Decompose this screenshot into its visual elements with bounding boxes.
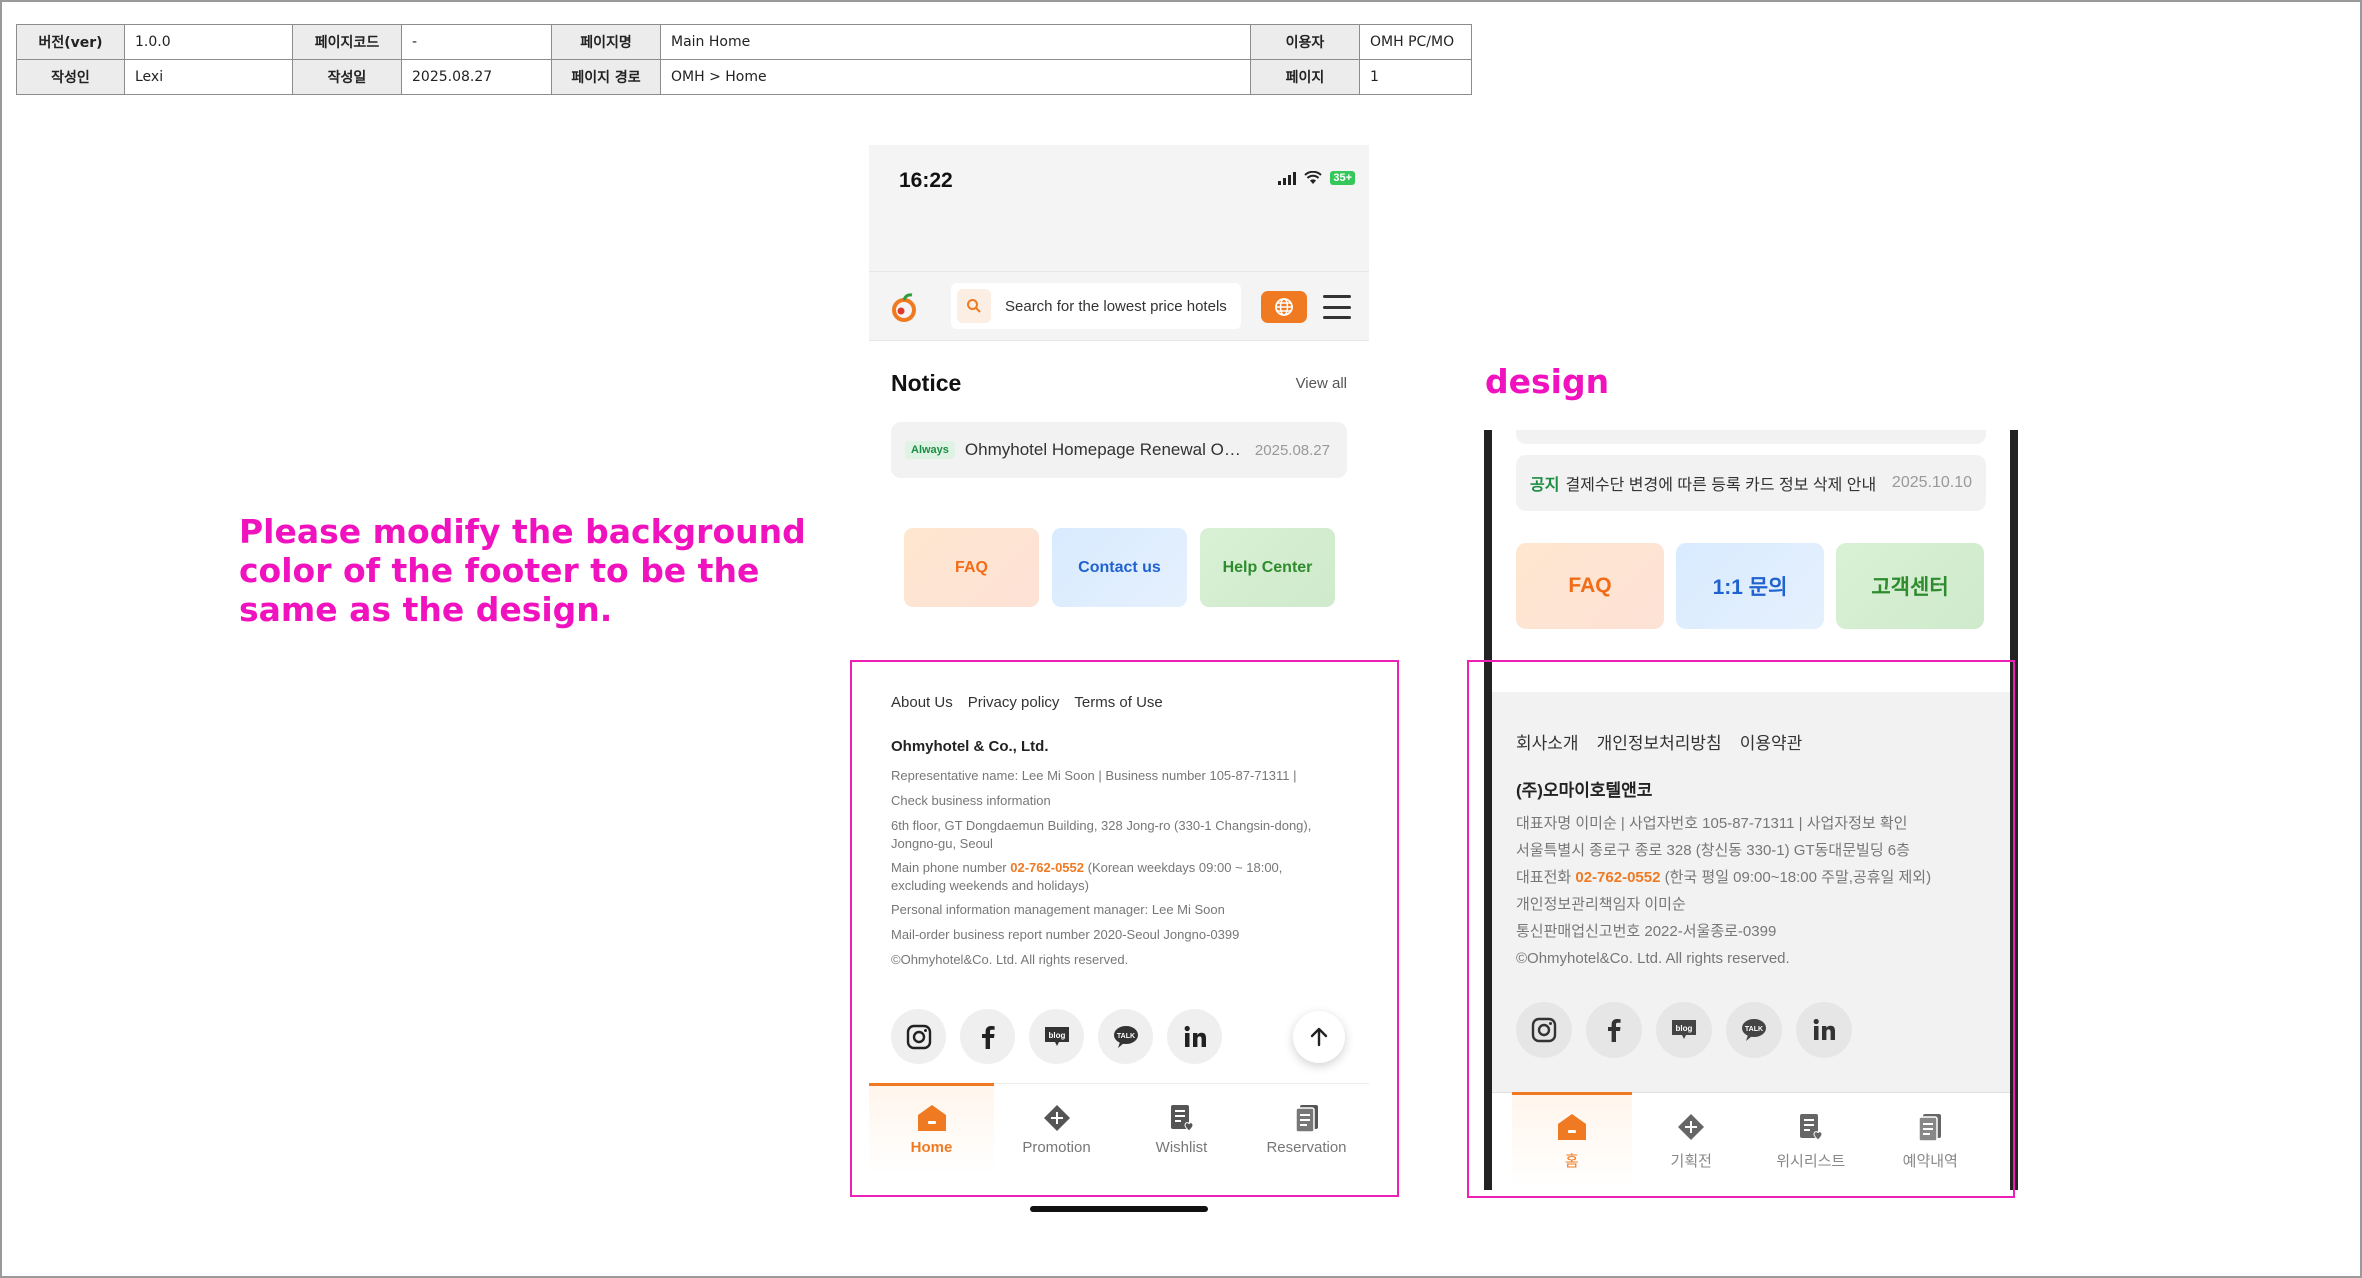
meta-key: 페이지 경로: [551, 59, 661, 95]
notice-tag: 공지: [1530, 477, 1560, 494]
meta-value: 1: [1359, 59, 1472, 95]
meta-row: 버전(ver) 1.0.0 페이지코드 - 페이지명 Main Home 이용자…: [16, 24, 1472, 60]
notice-title: Notice: [891, 370, 962, 396]
language-button[interactable]: [1261, 291, 1307, 323]
design-label: design: [1485, 362, 1610, 401]
notice-date: 2025.08.27: [1254, 441, 1330, 459]
design-quick-links: FAQ 1:1 문의 고객센터: [1516, 543, 1984, 629]
contact-us-button[interactable]: Contact us: [1052, 528, 1187, 607]
meta-value: 1.0.0: [124, 24, 293, 60]
meta-key: 페이지: [1250, 59, 1360, 95]
instruction-note: Please modify the background color of th…: [239, 512, 806, 629]
meta-key: 페이지코드: [292, 24, 402, 60]
signal-icon: [1278, 171, 1297, 185]
hamburger-menu-icon[interactable]: [1323, 295, 1351, 319]
wifi-icon: [1304, 171, 1323, 184]
meta-value: -: [401, 24, 552, 60]
meta-key: 버전(ver): [16, 24, 125, 60]
meta-row: 작성인 Lexi 작성일 2025.08.27 페이지 경로 OMH > Hom…: [16, 59, 1472, 95]
meta-key: 작성인: [16, 59, 125, 95]
quick-links: FAQ Contact us Help Center: [904, 528, 1335, 607]
meta-value: OMH > Home: [660, 59, 1251, 95]
meta-value: Lexi: [124, 59, 293, 95]
notice-header: Notice View all: [891, 370, 1347, 397]
search-input[interactable]: Search for the lowest price hotels: [951, 283, 1241, 329]
notice-date: 2025.10.10: [1891, 474, 1972, 491]
status-icons: 35+: [1278, 171, 1355, 185]
customer-center-button[interactable]: 고객센터: [1836, 543, 1984, 629]
doc-meta-table: 버전(ver) 1.0.0 페이지코드 - 페이지명 Main Home 이용자…: [16, 24, 1472, 95]
inquiry-button[interactable]: 1:1 문의: [1676, 543, 1824, 629]
ohmyhotel-logo-icon[interactable]: [889, 292, 919, 322]
notice-text: Ohmyhotel Homepage Renewal Op...: [964, 440, 1247, 459]
previous-notice-item: [1516, 430, 1986, 444]
meta-key: 이용자: [1250, 24, 1360, 60]
status-time: 16:22: [899, 169, 953, 192]
app-header: Search for the lowest price hotels: [869, 271, 1369, 341]
status-bar: 16:22 35+: [869, 145, 1369, 271]
notice-item[interactable]: Always Ohmyhotel Homepage Renewal Op... …: [891, 422, 1347, 478]
view-all-link[interactable]: View all: [1296, 375, 1347, 392]
faq-button[interactable]: FAQ: [1516, 543, 1664, 629]
faq-button[interactable]: FAQ: [904, 528, 1039, 607]
meta-key: 페이지명: [551, 24, 661, 60]
search-icon: [957, 289, 991, 323]
notice-text: 결제수단 변경에 따른 등록 카드 정보 삭제 안내: [1565, 477, 1877, 494]
meta-key: 작성일: [292, 59, 402, 95]
footer-highlight-box: [850, 660, 1399, 1197]
meta-value: Main Home: [660, 24, 1251, 60]
notice-badge: Always: [905, 441, 955, 459]
globe-icon: [1275, 298, 1293, 316]
help-center-button[interactable]: Help Center: [1200, 528, 1335, 607]
home-indicator: [1030, 1206, 1208, 1212]
design-notice-item[interactable]: 공지 결제수단 변경에 따른 등록 카드 정보 삭제 안내 2025.10.10: [1516, 455, 1986, 511]
design-footer-highlight-box: [1467, 660, 2015, 1198]
battery-icon: 35+: [1330, 171, 1355, 185]
meta-value: OMH PC/MO: [1359, 24, 1472, 60]
meta-value: 2025.08.27: [401, 59, 552, 95]
search-placeholder: Search for the lowest price hotels: [1005, 297, 1227, 315]
